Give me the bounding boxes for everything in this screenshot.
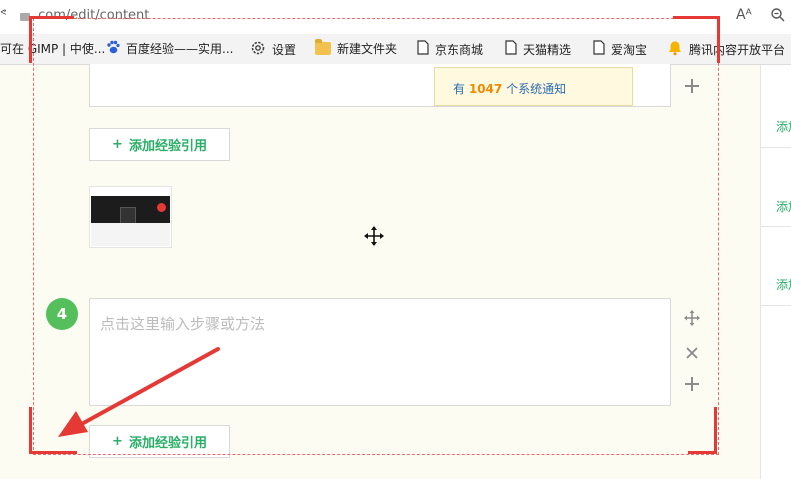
annotation-arrow: [58, 347, 220, 437]
